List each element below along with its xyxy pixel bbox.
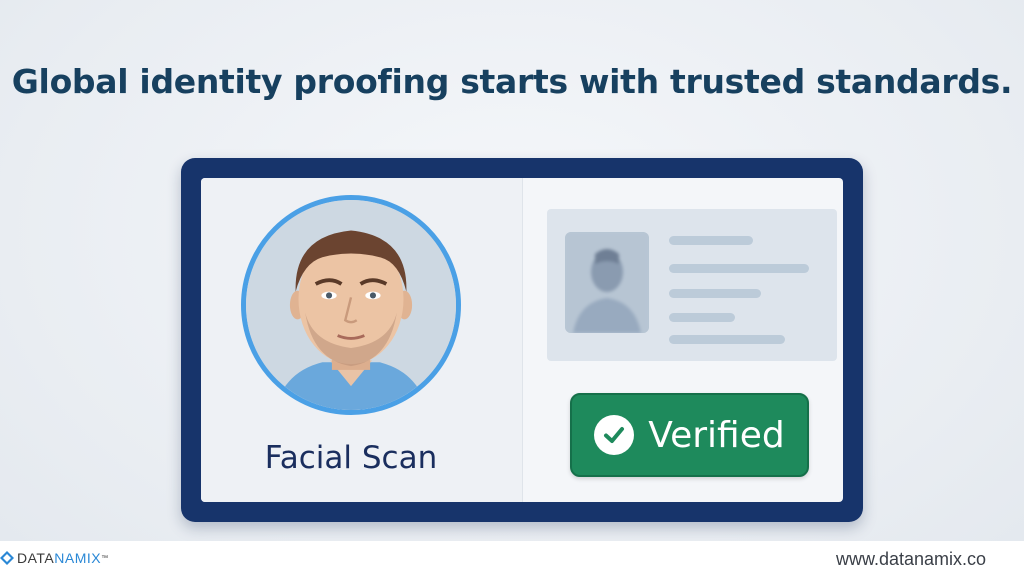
check-circle-icon	[594, 415, 635, 455]
verified-badge[interactable]: Verified	[570, 393, 809, 477]
id-text-line	[669, 264, 809, 273]
footer-bar: DATA NAMIX ™ www.datanamix.co	[0, 541, 1024, 576]
website-url[interactable]: www.datanamix.co	[836, 549, 986, 570]
face-portrait-graphic	[246, 200, 456, 410]
id-text-line	[669, 335, 785, 344]
id-text-line	[669, 289, 761, 298]
facial-scan-label: Facial Scan	[264, 440, 438, 476]
verified-label: Verified	[648, 414, 785, 456]
identity-card-frame: Facial Scan Verified	[181, 158, 863, 522]
id-text-line	[669, 236, 753, 245]
id-document	[547, 209, 837, 361]
datanamix-logo[interactable]: DATA NAMIX ™	[0, 550, 109, 566]
diamond-logo-icon	[0, 551, 14, 565]
facial-scan-pane: Facial Scan	[201, 178, 523, 502]
id-photo-silhouette	[565, 232, 649, 333]
id-text-line	[669, 313, 735, 322]
logo-text-data: DATA	[17, 550, 55, 566]
logo-trademark: ™	[101, 554, 109, 562]
identity-card: Facial Scan Verified	[201, 178, 843, 502]
id-photo-graphic	[565, 232, 649, 333]
page-headline: Global identity proofing starts with tru…	[11, 62, 1013, 101]
face-portrait	[241, 195, 461, 415]
logo-text-namix: NAMIX	[54, 550, 102, 566]
